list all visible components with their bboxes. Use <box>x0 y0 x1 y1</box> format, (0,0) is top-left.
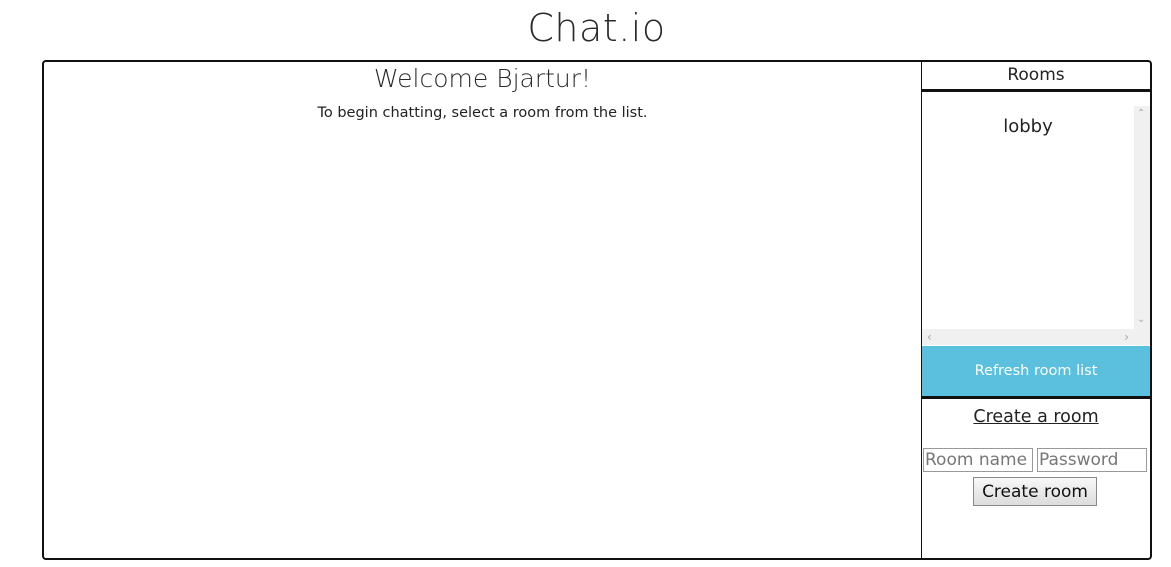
room-list-container: lobby ⌃ ⌄ ‹ › <box>922 106 1150 345</box>
chevron-left-icon[interactable]: ‹ <box>927 331 932 343</box>
chat-main-pane: Welcome Bjartur! To begin chatting, sele… <box>44 62 922 558</box>
room-list-vertical-scrollbar[interactable]: ⌃ ⌄ <box>1134 106 1150 329</box>
room-list-horizontal-scrollbar[interactable]: ‹ › <box>922 329 1134 345</box>
chevron-right-icon[interactable]: › <box>1124 331 1129 343</box>
rooms-sidebar: Rooms lobby ⌃ ⌄ ‹ › Refresh room list Cr… <box>922 62 1150 558</box>
room-list-item-lobby[interactable]: lobby <box>922 106 1134 137</box>
create-room-button[interactable]: Create room <box>973 477 1097 506</box>
welcome-heading: Welcome Bjartur! <box>373 64 592 93</box>
app-title: Chat.io <box>527 6 666 50</box>
chat-frame: Welcome Bjartur! To begin chatting, sele… <box>42 60 1152 560</box>
chevron-down-icon[interactable]: ⌄ <box>1137 315 1145 325</box>
room-list: lobby <box>922 106 1134 329</box>
refresh-room-list-button[interactable]: Refresh room list <box>922 346 1150 399</box>
scrollbar-corner <box>1134 329 1150 345</box>
chevron-up-icon[interactable]: ⌃ <box>1137 109 1145 119</box>
room-name-input[interactable] <box>923 448 1033 472</box>
welcome-hint: To begin chatting, select a room from th… <box>317 105 648 121</box>
create-room-heading: Create a room <box>973 407 1099 427</box>
room-password-input[interactable] <box>1037 448 1147 472</box>
rooms-header: Rooms <box>922 62 1150 92</box>
